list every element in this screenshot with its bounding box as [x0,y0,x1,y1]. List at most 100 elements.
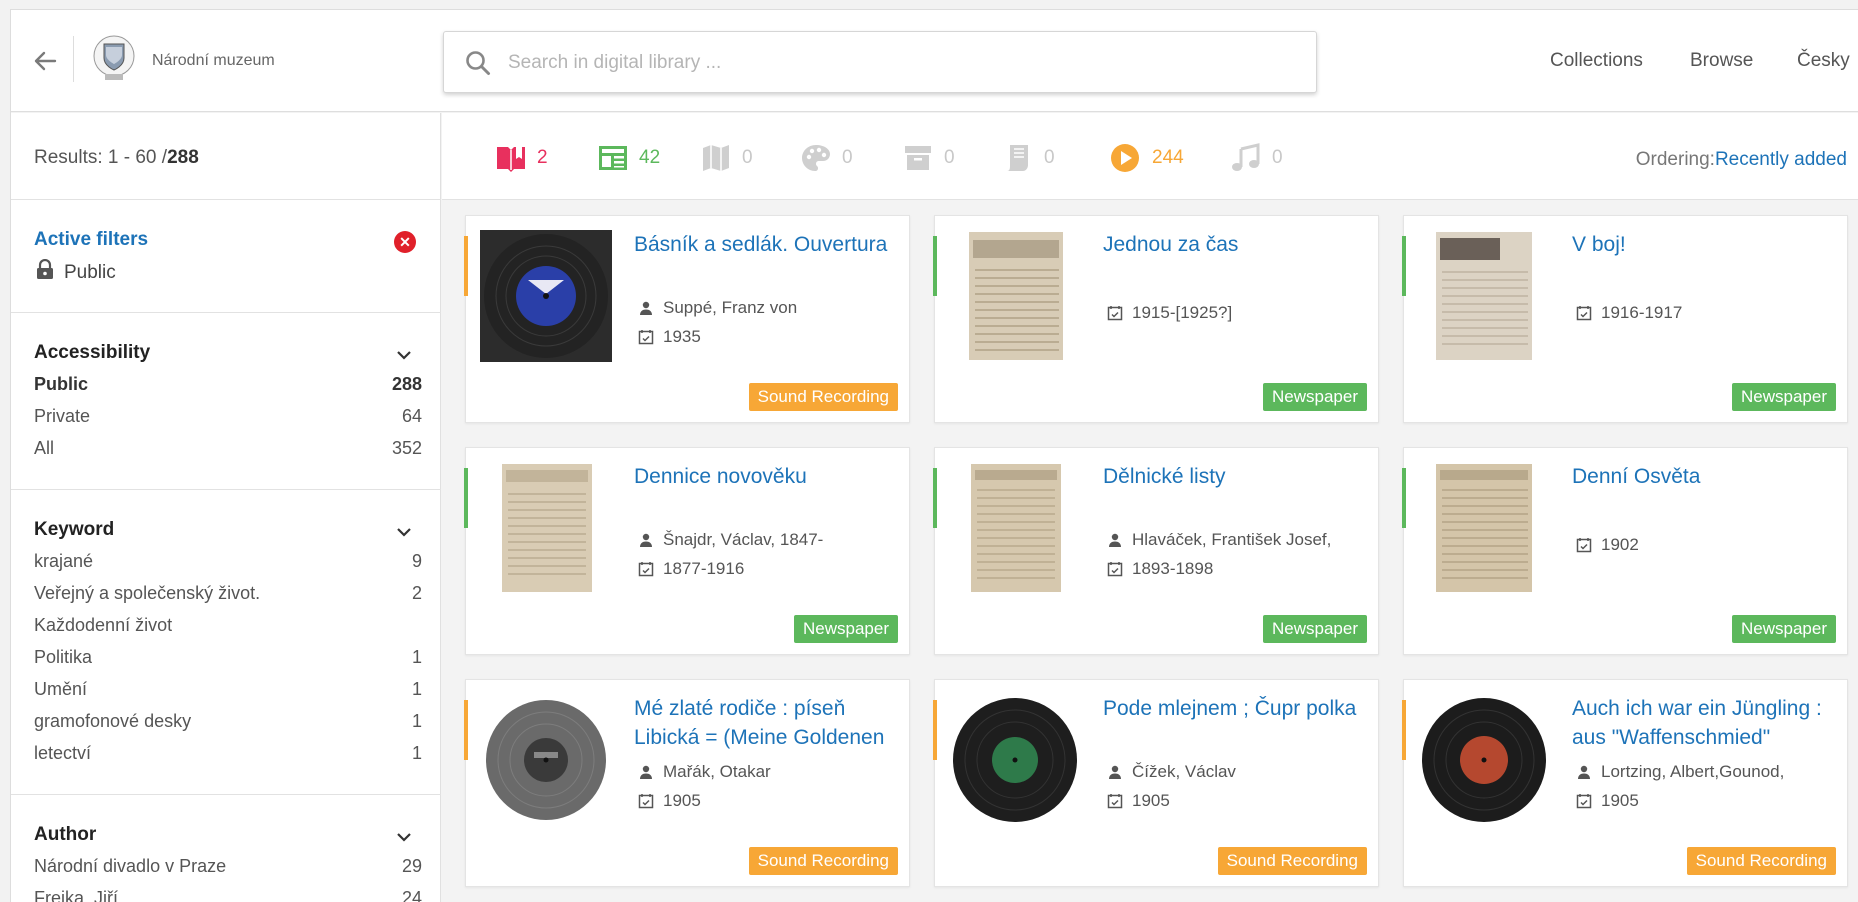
card-date: 1877-1916 [638,559,744,579]
record-grey-thumbnail[interactable] [480,694,612,826]
chevron-down-icon[interactable] [394,522,414,542]
results-summary: Results: 1 - 60 /288 [34,147,199,169]
result-card[interactable]: Dennice novověku Šnajdr, Václav, 1847- 1… [464,447,910,655]
person-icon [640,301,652,315]
calendar-check-icon [1576,794,1592,809]
result-card[interactable]: V boj! 1916-1917 Newspaper [1402,215,1848,423]
type-indicator [464,700,468,760]
nav-language[interactable]: Česky [1797,50,1850,72]
accessibility-filter-title[interactable]: Accessibility [34,342,150,364]
filter-option[interactable]: Politika 1 [34,647,422,668]
divider [73,36,74,82]
card-title[interactable]: V boj! [1572,230,1838,259]
record-blue-thumbnail[interactable] [480,230,612,362]
music-icon [1232,143,1260,171]
person-icon [1578,765,1590,779]
filter-option[interactable]: krajané 9 [34,551,422,572]
filter-option[interactable]: letectví 1 [34,743,422,764]
card-title[interactable]: Dennice novověku [634,462,900,491]
ordering-label: Ordering: [1635,149,1715,170]
card-author: Hlaváček, František Josef, [1107,530,1331,550]
type-filter-map[interactable]: 0 [700,141,753,175]
type-indicator [1402,236,1406,296]
org-name[interactable]: Národní muzeum [152,52,275,70]
result-card[interactable]: Denní Osvěta 1902 Newspaper [1402,447,1848,655]
type-filter-manuscript[interactable]: 0 [1002,141,1055,175]
nav-collections[interactable]: Collections [1550,50,1643,72]
filter-option[interactable]: Public 288 [34,374,422,395]
type-badge: Sound Recording [748,383,898,411]
paper-vboj-thumbnail[interactable] [1418,230,1550,362]
result-card[interactable]: Mé zlaté rodiče : píseň Libická = (Meine… [464,679,910,887]
active-filters-title: Active filters [34,229,149,250]
document-type-bar: 2 42 0 0 0 0 244 0 Ordering:Recently add… [442,113,1858,200]
type-filter-sound[interactable]: 244 [1110,141,1184,175]
card-title[interactable]: Pode mlejnem ; Čupr polka [1103,694,1369,723]
filter-option[interactable]: Každodenní život [34,615,422,636]
search-box[interactable] [443,31,1317,93]
top-bar: Národní muzeum Collections Browse Česky [11,10,1858,112]
keyword-filter-title[interactable]: Keyword [34,519,114,541]
filter-option[interactable]: All 352 [34,438,422,459]
card-author: Šnajdr, Václav, 1847- [638,530,823,550]
app-frame: Národní muzeum Collections Browse Česky … [10,9,1858,902]
paper-dennice-thumbnail[interactable] [480,462,612,594]
result-card[interactable]: Pode mlejnem ; Čupr polka Čížek, Václav … [933,679,1379,887]
record-red-thumbnail[interactable] [1418,694,1550,826]
clear-filters-icon[interactable]: ✕ [394,231,416,253]
calendar-check-icon [638,330,654,345]
type-badge: Newspaper [1732,615,1836,643]
back-arrow-icon[interactable] [29,45,61,77]
result-card[interactable]: Jednou za čas 1915-[1925?] Newspaper [933,215,1379,423]
card-date: 1902 [1576,535,1639,555]
filter-option[interactable]: Frejka, Jiří 24 [34,888,422,902]
filter-option[interactable]: Veřejný a společenský život. 2 [34,583,422,604]
card-date: 1893-1898 [1107,559,1213,579]
card-title[interactable]: Jednou za čas [1103,230,1369,259]
record-green-thumbnail[interactable] [949,694,1081,826]
card-date: 1915-[1925?] [1107,303,1232,323]
chevron-down-icon[interactable] [394,827,414,847]
result-card[interactable]: Auch ich war ein Jüngling : aus "Waffens… [1402,679,1848,887]
person-icon [1109,765,1121,779]
card-title[interactable]: Básník a sedlák. Ouvertura [634,230,900,259]
type-indicator [1402,468,1406,528]
nav-browse[interactable]: Browse [1690,50,1753,72]
newspaper-icon [599,146,627,170]
card-title[interactable]: Auch ich war ein Jüngling : aus "Waffens… [1572,694,1838,752]
filter-option[interactable]: Umění 1 [34,679,422,700]
ordering-select[interactable]: Recently added [1715,149,1847,170]
type-badge: Newspaper [1263,615,1367,643]
museum-logo[interactable] [92,34,136,84]
chevron-down-icon[interactable] [394,345,414,365]
type-filter-graphic[interactable]: 0 [800,141,853,175]
card-title[interactable]: Dělnické listy [1103,462,1369,491]
type-badge: Sound Recording [1686,847,1836,875]
filter-option[interactable]: Private 64 [34,406,422,427]
type-filter-book[interactable]: 2 [495,141,548,175]
card-author: Čížek, Václav [1107,762,1236,782]
paper-delnicke-thumbnail[interactable] [949,462,1081,594]
type-indicator [464,236,468,296]
active-filter-public[interactable]: Public [64,262,116,284]
book-icon [497,147,525,172]
filter-option[interactable]: gramofonové desky 1 [34,711,422,732]
card-author: Suppé, Franz von [638,298,797,318]
filter-option[interactable]: Národní divadlo v Praze 29 [34,856,422,877]
type-filter-archive[interactable]: 0 [902,141,955,175]
card-date: 1905 [1576,791,1639,811]
type-filter-newspaper[interactable]: 42 [597,141,660,175]
result-card[interactable]: Básník a sedlák. Ouvertura Suppé, Franz … [464,215,910,423]
card-title[interactable]: Mé zlaté rodiče : píseň Libická = (Meine… [634,694,900,752]
author-filter-title[interactable]: Author [34,824,96,846]
divider [11,794,441,795]
calendar-check-icon [638,794,654,809]
result-card[interactable]: Dělnické listy Hlaváček, František Josef… [933,447,1379,655]
search-input[interactable] [508,46,1298,80]
paper-osveta-thumbnail[interactable] [1418,462,1550,594]
card-date: 1905 [1107,791,1170,811]
paper-jednou-thumbnail[interactable] [949,230,1081,362]
type-filter-music[interactable]: 0 [1230,141,1283,175]
card-title[interactable]: Denní Osvěta [1572,462,1838,491]
type-indicator [1402,700,1406,760]
